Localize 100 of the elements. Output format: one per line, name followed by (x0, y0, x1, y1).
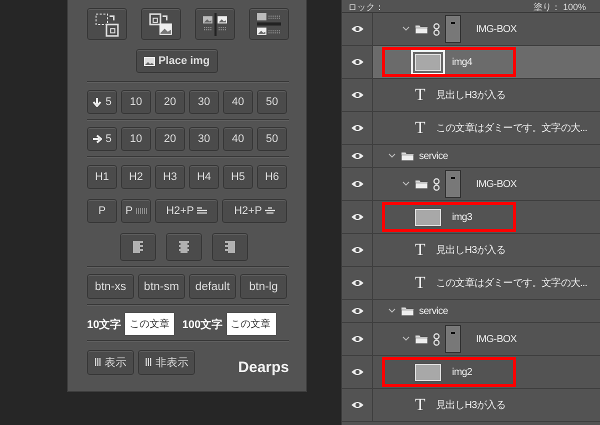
layout-button[interactable] (195, 8, 235, 40)
layer-row[interactable]: service (373, 145, 600, 167)
align-button[interactable] (120, 233, 156, 261)
fill-label: 塗り： 100% (533, 3, 586, 12)
eye-icon[interactable] (350, 401, 364, 409)
layer-name: img2 (452, 366, 472, 378)
heading-button[interactable]: H5 (223, 165, 253, 189)
layer-row[interactable]: T この文章はダミーです。文字の大... (373, 267, 600, 299)
paragraph-button[interactable]: H2+P (222, 199, 287, 223)
folder-icon (415, 179, 428, 189)
heading-button[interactable]: H6 (257, 165, 287, 189)
chevron-icon[interactable] (402, 181, 410, 187)
link-icon (433, 178, 440, 190)
size-button[interactable]: btn-sm (138, 274, 185, 299)
align-center-icon (179, 241, 189, 253)
chevron-icon[interactable] (402, 336, 410, 342)
folder-icon (415, 334, 428, 344)
eye-icon[interactable] (350, 124, 364, 132)
eye-icon[interactable] (350, 246, 364, 254)
paragraph-button[interactable]: H2+P (155, 199, 218, 223)
folder-icon (401, 151, 414, 161)
layer-name: service (419, 150, 448, 162)
chevron-icon[interactable] (388, 153, 396, 159)
eye-icon[interactable] (350, 91, 364, 99)
eye-icon[interactable] (350, 307, 364, 315)
text-layer-glyph: T (415, 240, 426, 260)
paragraph-button[interactable]: P (121, 199, 151, 223)
layer-name: この文章はダミーです。文字の大... (436, 122, 588, 135)
layer-row[interactable]: T 見出しH3が入る (373, 234, 600, 266)
layer-name: IMG-BOX (476, 24, 517, 34)
folder-icon (401, 306, 414, 316)
image-icon (144, 56, 156, 66)
folder-icon (415, 24, 428, 34)
spacing-button[interactable]: 50 (257, 90, 287, 114)
chevron-icon[interactable] (402, 26, 410, 32)
heading-button[interactable]: H1 (87, 165, 117, 189)
spacing-button[interactable]: 40 (223, 127, 253, 151)
toggle-button[interactable]: Ⅲ 表示 (87, 350, 134, 375)
layer-row[interactable]: img3 (373, 201, 600, 233)
heading-button[interactable]: H4 (189, 165, 219, 189)
eye-icon[interactable] (350, 335, 364, 343)
eye-icon[interactable] (350, 58, 364, 66)
mask-thumbnail (445, 325, 461, 353)
toggle-button[interactable]: Ⅲ 非表示 (138, 350, 196, 375)
layer-row[interactable]: T この文章はダミーです。文字の大... (373, 112, 600, 144)
layout-button[interactable] (87, 8, 127, 40)
link-icon (433, 332, 440, 346)
text-layer-glyph: T (415, 118, 426, 138)
layer-row[interactable]: IMG-BOX (373, 13, 600, 45)
layer-row[interactable]: T 見出しH3が入る (373, 389, 600, 421)
down-arrow-icon (92, 97, 102, 107)
spacing-button[interactable]: 30 (189, 127, 219, 151)
text-layer-glyph: T (415, 395, 426, 415)
right-arrow-icon (92, 134, 102, 144)
paragraph-button[interactable]: P (87, 199, 117, 223)
field-label: 100文字 (182, 318, 223, 332)
align-button[interactable] (166, 233, 202, 261)
spacing-button[interactable]: 5 (87, 127, 117, 151)
link-icon (433, 22, 440, 36)
eye-icon[interactable] (350, 213, 364, 221)
mask-thumbnail (445, 15, 461, 43)
eye-icon[interactable] (350, 25, 364, 33)
layer-name: IMG-BOX (476, 178, 517, 190)
eye-icon[interactable] (350, 180, 364, 188)
layout-button[interactable] (249, 8, 289, 40)
spacing-button[interactable]: 30 (189, 90, 219, 114)
align-center-icon (264, 207, 275, 215)
spacing-button[interactable]: 5 (87, 90, 117, 114)
spacing-button[interactable]: 40 (223, 90, 253, 114)
align-left-icon (133, 241, 143, 253)
layer-name: service (419, 306, 448, 316)
eye-icon[interactable] (350, 152, 364, 160)
heading-button[interactable]: H3 (155, 165, 185, 189)
chevron-icon[interactable] (388, 308, 396, 314)
size-button[interactable]: btn-xs (87, 274, 134, 299)
size-button[interactable]: btn-lg (240, 274, 287, 299)
spacing-button[interactable]: 10 (121, 90, 151, 114)
layer-row[interactable]: IMG-BOX (373, 323, 600, 355)
layer-row[interactable]: service (373, 300, 600, 322)
layout-icon (202, 12, 228, 36)
spacing-button[interactable]: 20 (155, 90, 185, 114)
text-input[interactable]: この文章 (125, 313, 174, 335)
spacing-button[interactable]: 10 (121, 127, 151, 151)
layer-name: img4 (452, 56, 472, 68)
spacing-button[interactable]: 50 (257, 127, 287, 151)
heading-button[interactable]: H2 (121, 165, 151, 189)
eye-icon[interactable] (350, 368, 364, 376)
align-right-icon (225, 241, 235, 253)
text-input[interactable]: この文章 (226, 313, 276, 335)
eye-icon[interactable] (350, 279, 364, 287)
layer-row[interactable]: T 見出しH3が入る (373, 79, 600, 111)
spacing-button[interactable]: 20 (155, 127, 185, 151)
layer-row[interactable]: IMG-BOX (373, 168, 600, 200)
size-button[interactable]: default (189, 274, 236, 299)
align-left-icon (196, 207, 207, 215)
layer-row[interactable]: img2 (373, 356, 600, 388)
layer-name: IMG-BOX (476, 334, 517, 344)
align-button[interactable] (212, 233, 248, 261)
layout-button[interactable] (141, 8, 181, 40)
place-image-button[interactable]: Place img (136, 49, 218, 73)
